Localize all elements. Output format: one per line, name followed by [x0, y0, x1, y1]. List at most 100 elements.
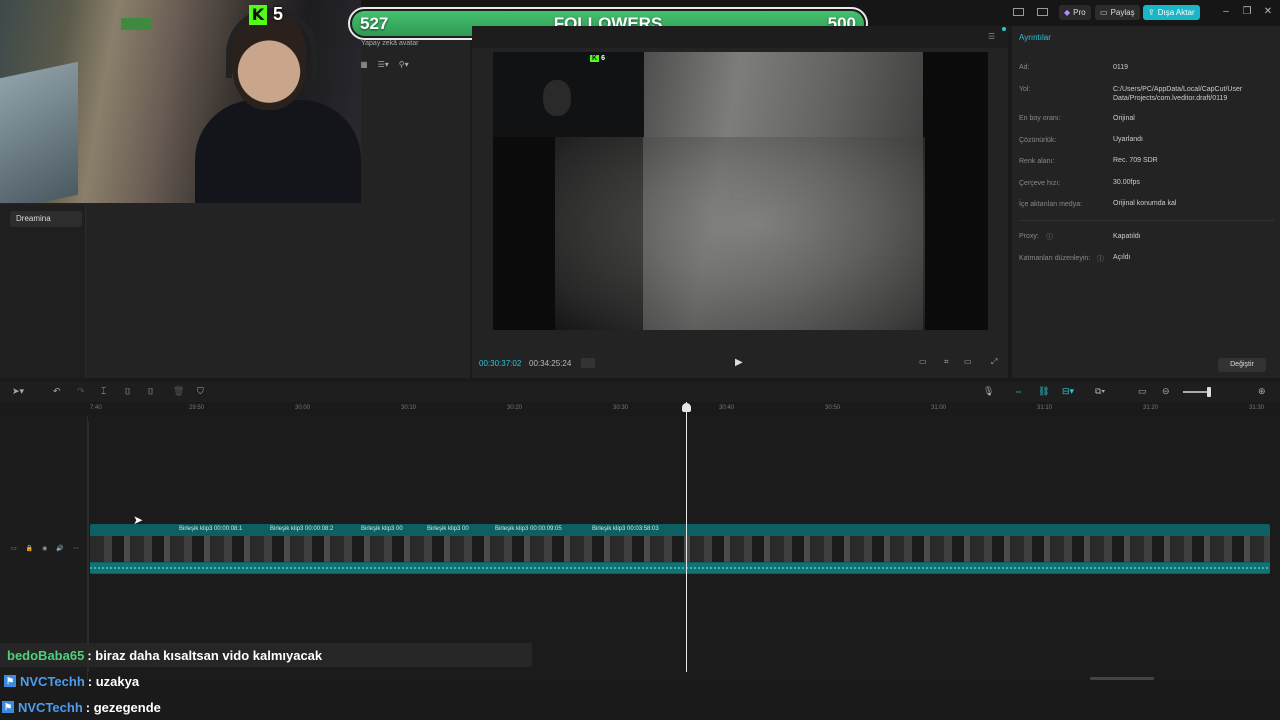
zoom-out-icon[interactable]: ⊖: [1162, 386, 1170, 397]
kick-viewer-badge: K 5: [249, 4, 283, 25]
quality-icon[interactable]: ▭: [964, 357, 972, 366]
microphone-icon[interactable]: 🎙: [983, 386, 994, 397]
status-dot: [1002, 27, 1006, 31]
ruler-tick: 30:20: [507, 405, 523, 411]
chat-badge-icon: ⚑: [2, 701, 14, 713]
filter-icon[interactable]: ⚲▾: [399, 60, 409, 74]
detail-value-colorspace: Rec. 709 SDR: [1113, 157, 1158, 164]
pip-person: [543, 80, 571, 116]
detail-value-layers: Açıldı: [1113, 254, 1131, 261]
minimize-icon[interactable]: –: [1220, 6, 1232, 18]
chat-message: ⚑ NVCTechh : gezegende: [0, 695, 161, 719]
split-icon[interactable]: ⌶: [101, 386, 106, 397]
pro-button[interactable]: ◆ Pro: [1059, 5, 1091, 20]
timecode-current: 00:30:37:02: [479, 359, 522, 368]
playhead[interactable]: [686, 402, 687, 672]
delete-icon[interactable]: 🗑: [173, 386, 184, 397]
clip-label[interactable]: Birleşik klip3 00:00:08:2: [270, 526, 333, 532]
ai-avatar-label[interactable]: Yapay zekâ avatar: [361, 40, 418, 47]
trim-right-icon[interactable]: ⌷: [148, 386, 153, 397]
timeline-scrollbar[interactable]: [1090, 677, 1154, 680]
ruler-tick: 31:20: [1143, 405, 1159, 411]
clip-thumbnails: [90, 536, 1270, 562]
clip-label[interactable]: Birleşik klip3 00:03:58:03: [592, 526, 659, 532]
timeline-start-line: [88, 422, 89, 672]
clip-label[interactable]: Birleşik klip3 00: [427, 526, 469, 532]
more-icon[interactable]: ⋯: [73, 545, 79, 552]
preview-axis-icon[interactable]: ⧉▾: [1095, 386, 1105, 397]
select-tool-icon[interactable]: ➤▾: [12, 386, 24, 397]
close-icon[interactable]: ✕: [1262, 6, 1274, 18]
clip-label[interactable]: Birleşik klip3 00:00:09:05: [495, 526, 562, 532]
eye-icon[interactable]: ◉: [42, 545, 47, 552]
chat-text: : gezegende: [85, 699, 161, 715]
marker-icon[interactable]: ⛉: [197, 386, 204, 397]
focus-box: [731, 184, 749, 200]
share-label: Paylaş: [1110, 8, 1135, 17]
ratio-icon[interactable]: ▭: [919, 357, 927, 366]
view-grid-icon[interactable]: ▦: [360, 60, 368, 74]
zoom-slider-knob[interactable]: [1207, 387, 1211, 397]
redo-icon[interactable]: ↷: [77, 386, 85, 397]
chat-text: : uzakya: [87, 673, 140, 689]
detail-label-imported-media: İçe aktarılan medya:: [1019, 201, 1083, 208]
proxy-info-icon[interactable]: ⓘ: [1046, 232, 1053, 242]
video-preview[interactable]: K6: [493, 52, 988, 330]
shortcut-icon[interactable]: [1037, 8, 1048, 16]
clip-label[interactable]: Birleşik klip3 00: [361, 526, 403, 532]
play-button[interactable]: ▶: [735, 357, 747, 369]
crop-icon[interactable]: ⌗: [944, 357, 949, 367]
chat-message: ⚑ NVCTechh : uzakya: [0, 669, 139, 693]
media-sidebar: [0, 205, 86, 378]
diamond-icon: ◆: [1064, 8, 1071, 17]
detail-label-colorspace: Renk alanı:: [1019, 158, 1055, 165]
mute-icon[interactable]: 🔊: [56, 545, 63, 552]
undo-icon[interactable]: ↶: [53, 386, 61, 397]
pip-kick-icon: K: [590, 55, 600, 62]
kick-logo-icon: K: [249, 4, 267, 25]
trim-left-icon[interactable]: ⌷: [125, 386, 130, 397]
change-button[interactable]: Değiştir: [1218, 358, 1266, 372]
export-label: Dışa Aktar: [1157, 8, 1195, 17]
ruler-tick: 31:00: [931, 405, 947, 411]
details-title[interactable]: Ayrıntılar: [1019, 33, 1051, 42]
export-icon: ⇪: [1148, 8, 1155, 17]
clip-label[interactable]: Birleşik klip3 00:00:08:1: [179, 526, 242, 532]
playhead-handle[interactable]: [682, 403, 691, 412]
streamer-webcam: [0, 0, 361, 203]
streamer-body: [195, 100, 361, 203]
layers-info-icon[interactable]: ⓘ: [1097, 254, 1104, 264]
ruler-tick: 31:30: [1249, 405, 1265, 411]
export-button[interactable]: ⇪ Dışa Aktar: [1143, 5, 1200, 20]
detail-value-proxy: Kapatıldı: [1113, 233, 1141, 240]
timecode-format-icon[interactable]: [581, 358, 595, 368]
layout-icon[interactable]: [1013, 8, 1024, 16]
caption-icon[interactable]: ▭: [1138, 386, 1147, 397]
snap-icon[interactable]: ⊟▾: [1062, 386, 1074, 397]
player-menu-icon[interactable]: ☰: [988, 32, 995, 41]
magnet-icon[interactable]: ⇔: [1014, 386, 1023, 396]
ruler-tick: 30:40: [719, 405, 735, 411]
chat-message: bedoBaba65 : biraz daha kısaltsan vido k…: [0, 643, 532, 667]
ruler-tick: 7:40: [90, 405, 102, 411]
wall-decor: [121, 18, 151, 30]
chat-username: NVCTechh: [20, 673, 85, 689]
detail-value-imported-media: Orijinal konumda kal: [1113, 200, 1177, 207]
ruler-tick: 30:10: [401, 405, 417, 411]
sidebar-item-dreamina[interactable]: Dreamina: [10, 211, 82, 227]
lock-icon[interactable]: 🔒: [26, 545, 33, 552]
chat-username: NVCTechh: [18, 699, 83, 715]
player-header: [472, 26, 1008, 48]
zoom-fit-icon[interactable]: ⊕: [1258, 386, 1266, 397]
chat-text: : biraz daha kısaltsan vido kalmıyacak: [87, 647, 323, 663]
link-icon[interactable]: ⛓: [1038, 386, 1049, 397]
cover-icon[interactable]: ▭: [11, 545, 17, 552]
kick-viewer-count: 5: [273, 4, 284, 24]
clip-audio-waveform: [90, 563, 1270, 573]
fullscreen-icon[interactable]: ⤢: [991, 357, 997, 367]
ruler-tick: 29:50: [189, 405, 205, 411]
share-button[interactable]: ▭ Paylaş: [1095, 5, 1140, 20]
sort-icon[interactable]: ☰▾: [378, 60, 389, 74]
restore-icon[interactable]: ❐: [1241, 6, 1253, 18]
details-separator: [1019, 220, 1274, 221]
